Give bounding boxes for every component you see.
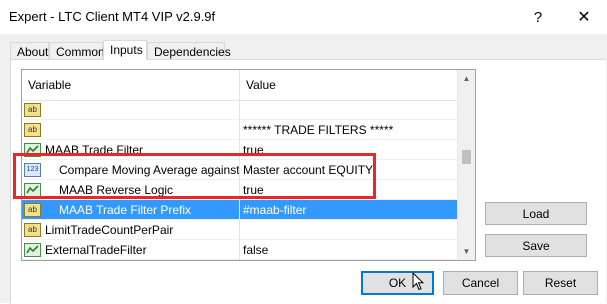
table-row[interactable]: ab ****** TRADE FILTERS ***** (22, 120, 458, 140)
save-button[interactable]: Save (485, 234, 587, 257)
tab-inputs[interactable]: Inputs (103, 40, 147, 60)
annotation-highlight-box (13, 153, 376, 199)
string-type-icon: ab (24, 223, 41, 237)
table-row[interactable]: ExternalTradeFilter false (22, 240, 458, 260)
mouse-cursor-icon (412, 272, 424, 291)
help-button[interactable]: ? (515, 0, 561, 34)
string-type-icon: ab (24, 203, 41, 217)
table-row[interactable]: ab MAAB Trade Filter Prefix #maab-filter (22, 200, 458, 220)
string-type-icon: ab (24, 123, 41, 137)
close-button[interactable]: ✕ (561, 0, 607, 34)
variable-cell[interactable]: ExternalTradeFilter (22, 240, 239, 260)
grid-header: Variable Value (22, 70, 458, 101)
cancel-button[interactable]: Cancel (443, 271, 518, 295)
variable-cell[interactable]: ab (22, 100, 239, 120)
variable-cell[interactable]: ab (22, 120, 239, 140)
variable-cell[interactable]: ab MAAB Trade Filter Prefix (22, 200, 239, 220)
variable-name: MAAB Trade Filter Prefix (59, 203, 192, 217)
tab-dependencies[interactable]: Dependencies (147, 42, 231, 59)
variable-name: LimitTradeCountPerPair (45, 223, 174, 237)
tab-about[interactable]: About (10, 42, 49, 59)
vertical-scrollbar[interactable]: ▲ ▼ (457, 70, 475, 260)
expert-dialog: Expert - LTC Client MT4 VIP v2.9.9f ? ✕ … (0, 0, 607, 304)
variable-cell[interactable]: ab LimitTradeCountPerPair (22, 220, 239, 240)
value-cell[interactable]: ****** TRADE FILTERS ***** (240, 120, 458, 140)
scroll-up-icon[interactable]: ▲ (458, 70, 475, 87)
value-cell[interactable] (240, 220, 458, 240)
table-row[interactable]: ab (22, 100, 458, 120)
header-value[interactable]: Value (240, 70, 458, 100)
title-bar: Expert - LTC Client MT4 VIP v2.9.9f ? ✕ (0, 0, 607, 34)
value-cell[interactable]: #maab-filter (240, 200, 458, 220)
boolean-type-icon (24, 243, 41, 257)
value-cell[interactable]: false (240, 240, 458, 260)
load-button[interactable]: Load (485, 202, 587, 225)
header-variable[interactable]: Variable (22, 70, 239, 100)
tab-common[interactable]: Common (49, 42, 105, 59)
string-type-icon: ab (24, 103, 41, 117)
window-title: Expert - LTC Client MT4 VIP v2.9.9f (9, 9, 216, 24)
scroll-thumb[interactable] (462, 150, 471, 164)
value-cell[interactable] (240, 100, 458, 120)
variable-name: ExternalTradeFilter (45, 243, 147, 257)
tab-strip: About Common Inputs Dependencies (0, 34, 607, 60)
reset-button[interactable]: Reset (523, 271, 598, 295)
table-row[interactable]: ab LimitTradeCountPerPair (22, 220, 458, 240)
scroll-down-icon[interactable]: ▼ (458, 243, 475, 260)
